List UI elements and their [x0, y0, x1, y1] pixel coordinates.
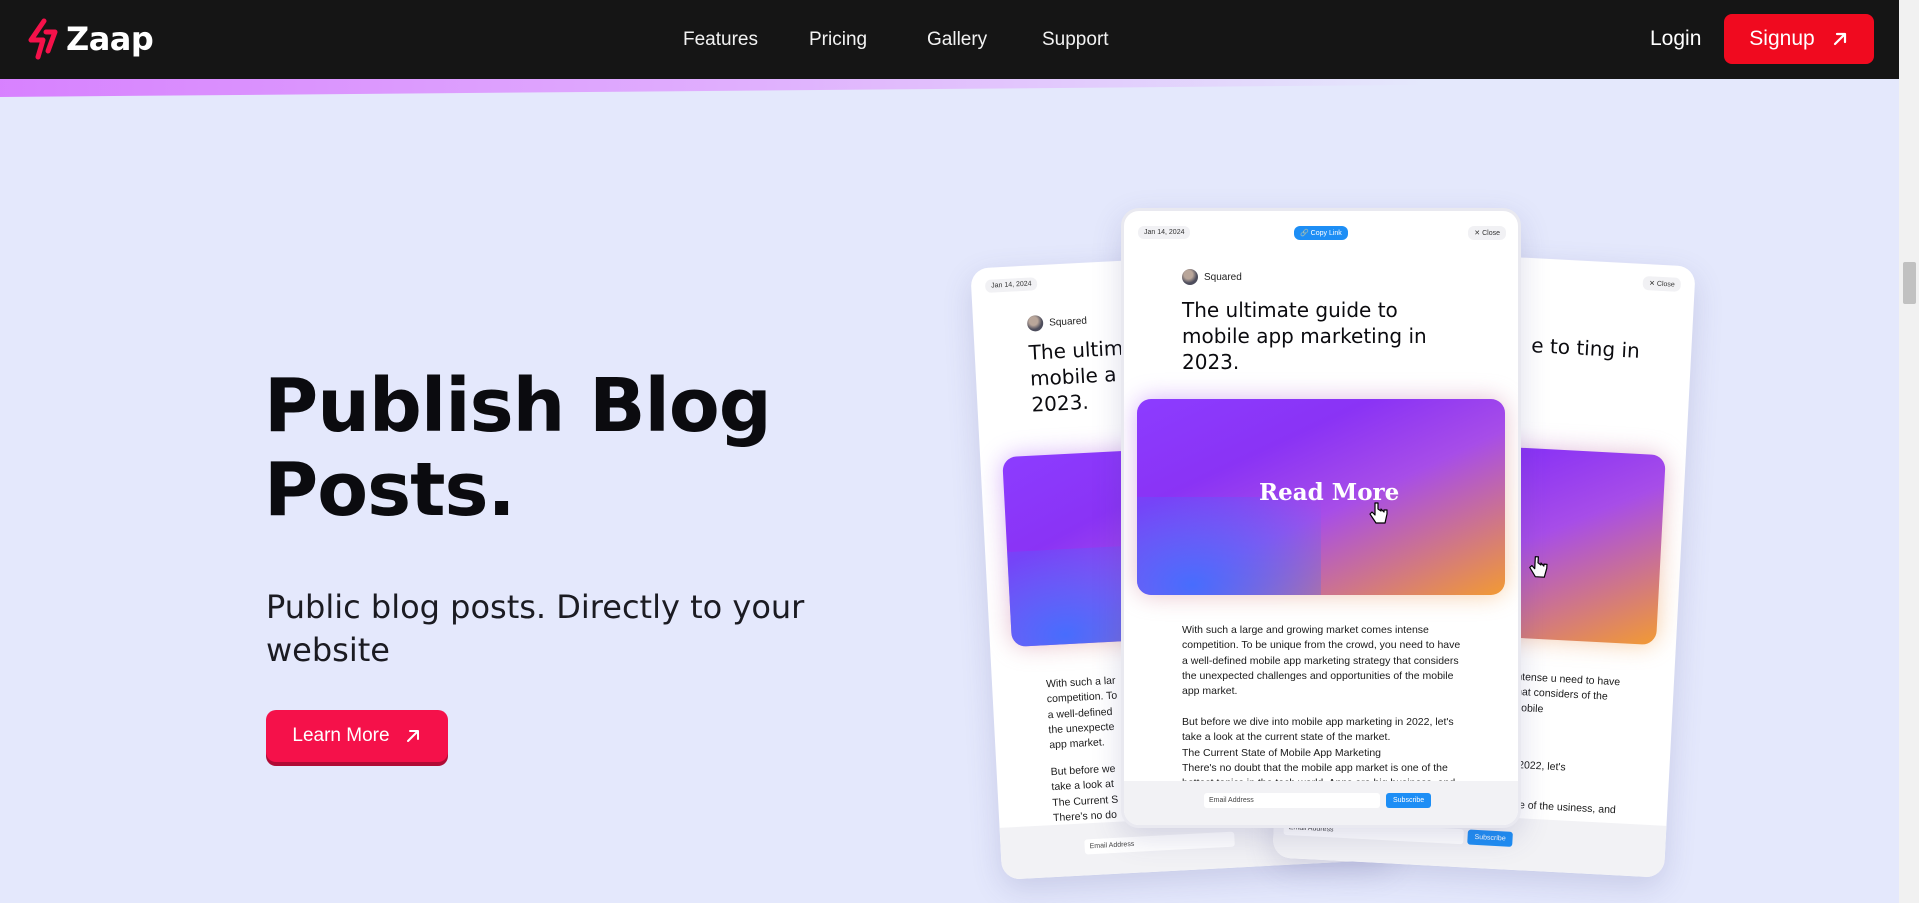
- gradient-glow-divider: [0, 79, 1899, 97]
- post-paragraph-2: n 2022, let's: [1509, 758, 1566, 774]
- scrollbar-thumb[interactable]: [1903, 262, 1916, 304]
- arrow-up-right-icon: [1833, 32, 1846, 46]
- post-title: The ultimate guide to mobile app marketi…: [1182, 298, 1427, 374]
- top-nav: Zaap Features Pricing Gallery Support Lo…: [0, 0, 1899, 79]
- nav-gallery[interactable]: Gallery: [927, 29, 987, 51]
- author-name: Squared: [1048, 315, 1088, 329]
- login-link[interactable]: Login: [1650, 27, 1701, 51]
- date-badge: Jan 14, 2024: [1138, 226, 1191, 239]
- nav-pricing[interactable]: Pricing: [809, 29, 867, 51]
- avatar: [1026, 314, 1044, 332]
- signup-button[interactable]: Signup: [1724, 14, 1874, 64]
- hero-title: Publish Blog Posts.: [264, 364, 824, 532]
- hand-cursor-icon: [1369, 502, 1388, 524]
- email-input[interactable]: Email Address: [1084, 831, 1235, 855]
- close-label: Close: [1482, 230, 1500, 237]
- subscribe-bar: Email Address Subscribe: [1124, 781, 1518, 825]
- brand-name: Zaap: [66, 20, 154, 58]
- copy-link-label: Copy Link: [1310, 230, 1342, 237]
- subscribe-button[interactable]: Subscribe: [1467, 829, 1514, 847]
- zaap-logo-icon: [28, 18, 58, 60]
- brand-logo[interactable]: Zaap: [24, 18, 154, 60]
- post-paragraph-2: But before we dive into mobile app marke…: [1182, 716, 1454, 744]
- close-button[interactable]: ✕ Close: [1642, 275, 1682, 292]
- post-paragraph-3: The Current State of Mobile App Marketin…: [1182, 747, 1382, 759]
- post-paragraph-1: intense u need to have that considers of…: [1512, 670, 1621, 715]
- subscribe-button[interactable]: Subscribe: [1386, 793, 1432, 808]
- hero-title-line2: Posts.: [264, 447, 516, 533]
- post-paragraph-3: one of the usiness, and: [1507, 798, 1617, 817]
- date-badge: Jan 14, 2024: [984, 277, 1038, 293]
- post-paragraph-1: With such a lar competition. To a well-d…: [1045, 674, 1118, 752]
- hero-title-line1: Publish Blog: [264, 363, 772, 449]
- email-input[interactable]: Email Address: [1204, 793, 1380, 808]
- page-scrollbar[interactable]: [1899, 0, 1919, 903]
- close-label: Close: [1656, 280, 1675, 289]
- nav-features[interactable]: Features: [683, 29, 758, 51]
- post-title: e to ting in: [1530, 333, 1641, 363]
- arrow-up-right-icon: [406, 730, 419, 742]
- signup-label: Signup: [1749, 27, 1815, 50]
- learn-more-label: Learn More: [292, 725, 390, 746]
- author: Squared: [1026, 313, 1088, 332]
- hero-subtitle: Public blog posts. Directly to your webs…: [266, 588, 805, 669]
- blog-card-preview-center: Jan 14, 2024 🔗 Copy Link ✕ Close Squared…: [1121, 208, 1521, 828]
- hand-cursor-icon: [1529, 556, 1548, 578]
- author: Squared: [1182, 269, 1242, 285]
- close-button[interactable]: ✕ Close: [1468, 226, 1506, 240]
- nav-support[interactable]: Support: [1042, 29, 1109, 51]
- learn-more-button[interactable]: Learn More: [266, 710, 448, 762]
- copy-link-button[interactable]: 🔗 Copy Link: [1294, 226, 1348, 240]
- author-name: Squared: [1204, 271, 1242, 283]
- avatar: [1182, 269, 1198, 285]
- post-paragraph-1: With such a large and growing market com…: [1182, 624, 1461, 698]
